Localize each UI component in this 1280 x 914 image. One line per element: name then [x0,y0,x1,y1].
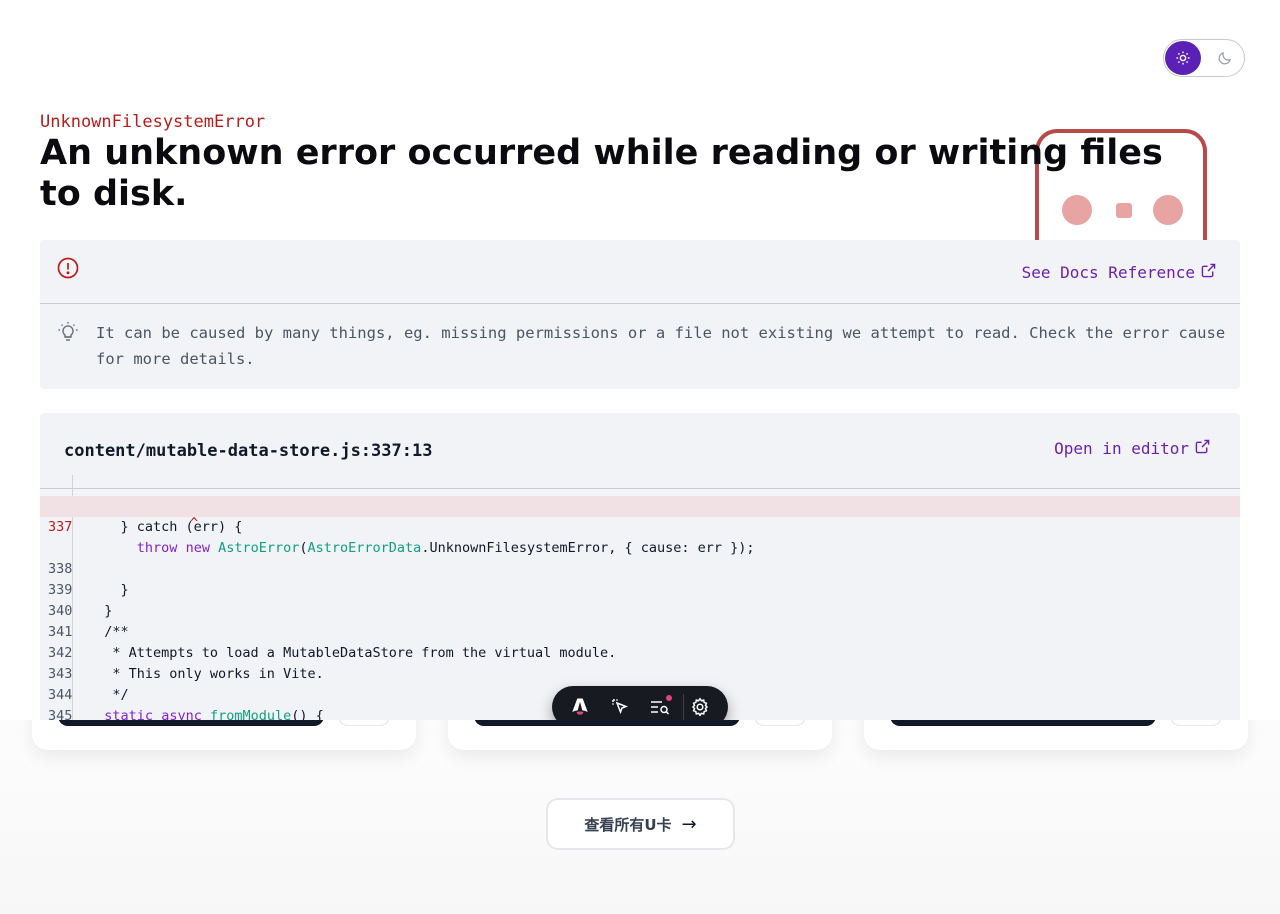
error-title: An unknown error occurred while reading … [40,133,1163,214]
external-link-icon [1195,439,1210,458]
code-line: 343 */ [40,643,1240,703]
error-overlay: UnknownFilesystemError An unknown error … [0,0,1280,720]
notification-dot [666,695,672,701]
code-line: 338 } [40,538,1240,598]
theme-toggle[interactable] [1163,39,1245,77]
code-line: 341 * Attempts to load a MutableDataStor… [40,601,1240,661]
alert-circle-icon [56,256,80,280]
settings-gear-icon[interactable] [682,692,718,720]
view-all-label: 查看所有U卡 [584,815,672,834]
lightbulb-icon [56,320,80,344]
error-name: UnknownFilesystemError [40,112,266,132]
view-all-cards-button[interactable]: 查看所有U卡 → [546,798,735,850]
code-line: 340 /** [40,580,1240,640]
code-line: 336 } catch (err) { [40,475,1240,535]
docs-link-label: See Docs Reference [1021,263,1195,282]
astro-logo-icon[interactable] [562,692,598,720]
cursor-inspect-icon[interactable] [602,692,638,720]
divider [40,488,1240,489]
line-number: 337 [48,519,73,535]
error-caret: ^ [190,515,199,531]
code-line-highlighted: 337 throw new AstroError(AstroErrorData.… [40,496,1240,556]
hint-panel: See Docs Reference It can be caused by m… [40,240,1240,389]
code-line: 342 * This only works in Vite. [40,622,1240,682]
external-link-icon [1201,263,1216,282]
hint-text: It can be caused by many things, eg. mis… [96,324,1226,368]
open-in-editor-link[interactable]: Open in editor [1054,439,1210,458]
divider [40,303,1240,304]
toolbar-separator [683,694,684,720]
dev-toolbar [552,686,728,720]
file-path: content/mutable-data-store.js:337:13 [64,441,433,461]
code-snippet: 336 } catch (err) { 337 throw new AstroE… [40,475,1240,720]
sun-icon[interactable] [1165,41,1201,75]
audit-list-icon[interactable] [642,692,678,720]
editor-link-label: Open in editor [1054,439,1189,458]
arrow-right-icon: → [681,813,697,835]
see-docs-reference-link[interactable]: See Docs Reference [1022,263,1216,282]
code-line: 344 static async fromModule() { [40,664,1240,720]
moon-icon[interactable] [1216,49,1234,67]
code-panel: content/mutable-data-store.js:337:13 Ope… [40,413,1240,720]
code-line: 339 } [40,559,1240,619]
code-text: } catch (err) { [88,519,243,535]
